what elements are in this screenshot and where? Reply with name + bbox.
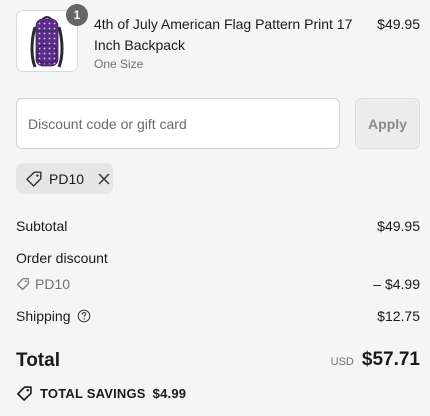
total-amount: $57.71: [361, 349, 420, 370]
tag-icon: [16, 385, 33, 402]
product-price: $49.95: [377, 16, 420, 32]
discount-code-label: PD10: [35, 276, 71, 292]
total-savings-amount: $4.99: [152, 385, 187, 401]
product-title: 4th of July American Flag Pattern Print …: [94, 16, 353, 53]
subtotal-label: Subtotal: [16, 218, 68, 234]
shipping-value: $12.75: [377, 308, 420, 324]
product-variant: One Size: [94, 57, 144, 71]
shipping-label: Shipping: [16, 308, 71, 324]
close-icon[interactable]: [97, 172, 111, 186]
subtotal-value: $49.95: [377, 218, 420, 234]
subtotal-row: Subtotal $49.95: [16, 218, 420, 238]
total-currency: USD: [330, 356, 354, 368]
discount-code-input[interactable]: [16, 98, 340, 149]
total-savings-label: TOTAL SAVINGS: [40, 385, 146, 401]
apply-discount-button[interactable]: Apply: [355, 98, 420, 149]
product-thumbnail: 1: [16, 4, 88, 72]
total-row: Total USD $57.71: [16, 349, 420, 377]
help-icon[interactable]: [77, 309, 91, 323]
applied-discount-tag: PD10: [16, 163, 113, 194]
shipping-row: Shipping $12.75: [16, 308, 420, 328]
order-discount-label: Order discount: [16, 250, 108, 266]
discount-amount: – $4.99: [373, 276, 420, 292]
total-label: Total: [16, 350, 60, 371]
cart-line-item: 1 4th of July American Flag Pattern Prin…: [16, 4, 420, 76]
applied-discount-code: PD10: [49, 170, 85, 187]
total-savings: TOTAL SAVINGS $4.99: [16, 383, 186, 403]
discount-code-row: PD10 – $4.99: [16, 276, 420, 296]
order-discount-row: Order discount: [16, 250, 420, 270]
tag-icon: [25, 170, 43, 188]
quantity-badge: 1: [66, 4, 88, 26]
tag-icon: [16, 277, 30, 291]
